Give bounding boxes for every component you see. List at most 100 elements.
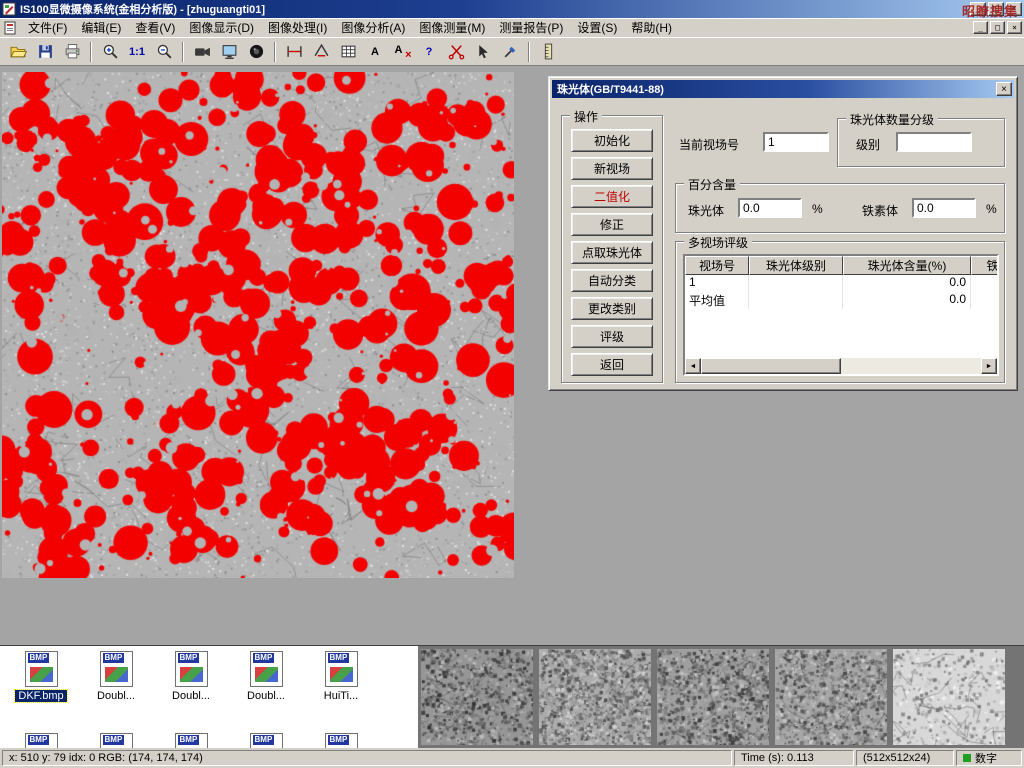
menu-edit[interactable]: 编辑(E) — [74, 17, 128, 38]
open-folder-icon — [10, 43, 27, 60]
grade-input[interactable] — [896, 132, 972, 152]
binarize-button[interactable]: 二值化 — [571, 185, 653, 208]
preview-button[interactable] — [216, 40, 242, 64]
menu-help[interactable]: 帮助(H) — [624, 17, 679, 38]
ruler-button[interactable] — [535, 40, 561, 64]
pick-pearlite-button[interactable]: 点取珠光体 — [571, 241, 653, 264]
file-item[interactable]: BMP Doubl... — [83, 651, 149, 702]
bmp-file-icon: BMP — [25, 651, 58, 687]
grid-icon — [340, 43, 357, 60]
cell-pearlite: 0.0 — [843, 292, 971, 309]
child-restore-button[interactable]: □ — [990, 21, 1005, 34]
scrollbar-track[interactable] — [701, 358, 981, 374]
minimize-button[interactable]: _ — [970, 2, 986, 16]
horizontal-scrollbar: ◄ ► — [685, 358, 997, 374]
help-button[interactable]: ? — [416, 40, 442, 64]
maximize-button[interactable]: □ — [988, 2, 1004, 16]
dialog-close-button[interactable]: × — [996, 82, 1012, 96]
file-item[interactable]: BMP Doubl... — [233, 651, 299, 702]
correct-button[interactable]: 修正 — [571, 213, 653, 236]
menu-image-measure[interactable]: 图像测量(M) — [412, 17, 492, 38]
new-field-button[interactable]: 新视场 — [571, 157, 653, 180]
menu-file[interactable]: 文件(F) — [21, 17, 74, 38]
table-row[interactable]: 1 0.0 — [685, 275, 997, 292]
print-button[interactable] — [59, 40, 85, 64]
table-row[interactable]: 平均值 0.0 — [685, 292, 997, 309]
zoom-out-button[interactable] — [151, 40, 177, 64]
header-pearlite-grade[interactable]: 珠光体级别 — [749, 256, 843, 275]
ferrite-unit: % — [986, 202, 997, 216]
bmp-file-icon: BMP — [100, 651, 133, 687]
annotate-text-button[interactable]: A — [362, 40, 388, 64]
file-item[interactable]: BMP DKF.bmp — [8, 651, 74, 702]
app-icon — [2, 2, 16, 16]
pearlite-value-input[interactable] — [738, 198, 802, 218]
status-time: Time (s): 0.113 — [734, 750, 854, 766]
zoom-in-icon — [102, 43, 119, 60]
menu-image-display[interactable]: 图像显示(D) — [182, 17, 261, 38]
pearlite-label: 珠光体 — [688, 202, 724, 219]
print-icon — [64, 43, 81, 60]
thumbnail-image[interactable] — [775, 649, 887, 745]
status-mode-label: 数字 — [975, 750, 997, 766]
current-field-input[interactable] — [763, 132, 829, 152]
child-minimize-button[interactable]: _ — [973, 21, 988, 34]
bmp-file-icon: BMP — [100, 733, 133, 748]
pointer-button[interactable] — [470, 40, 496, 64]
return-button[interactable]: 返回 — [571, 353, 653, 376]
picker-button[interactable] — [497, 40, 523, 64]
ferrite-value-input[interactable] — [912, 198, 976, 218]
measure-length-button[interactable] — [281, 40, 307, 64]
title-bar: IS100显微摄像系统(金相分析版) - [zhuguangti01] _ □ … — [0, 0, 1024, 18]
metallograph-image[interactable] — [2, 72, 514, 578]
scrollbar-thumb[interactable] — [701, 358, 841, 374]
menu-view[interactable]: 查看(V) — [128, 17, 182, 38]
video-capture-button[interactable] — [189, 40, 215, 64]
header-pearlite-content[interactable]: 珠光体含量(%) — [843, 256, 971, 275]
bmp-file-icon: BMP — [325, 733, 358, 748]
header-ferrite-content[interactable]: 铁素体含量(%) — [971, 256, 999, 275]
pointer-icon — [475, 43, 492, 60]
window-title: IS100显微摄像系统(金相分析版) - [zhuguangti01] — [20, 1, 968, 17]
file-item[interactable]: BMP Doubl... — [158, 651, 224, 702]
grade-button[interactable]: 评级 — [571, 325, 653, 348]
file-item[interactable]: BMP HuiTi... — [308, 651, 374, 702]
thumbnail-image[interactable] — [421, 649, 533, 745]
delete-measurement-button[interactable] — [443, 40, 469, 64]
actual-size-button[interactable]: 1:1 — [124, 40, 150, 64]
close-button[interactable]: × — [1006, 2, 1022, 16]
scroll-right-button[interactable]: ► — [981, 358, 997, 374]
measure-angle-button[interactable] — [308, 40, 334, 64]
document-icon — [3, 21, 17, 35]
file-name: DKF.bmp — [15, 690, 66, 702]
auto-classify-button[interactable]: 自动分类 — [571, 269, 653, 292]
file-item[interactable]: BMP — [158, 733, 224, 748]
child-close-button[interactable]: × — [1007, 21, 1022, 34]
camera-button[interactable] — [243, 40, 269, 64]
eyedropper-icon — [502, 43, 519, 60]
zoom-in-button[interactable] — [97, 40, 123, 64]
delete-annotation-button[interactable]: A × — [389, 40, 415, 64]
dialog-title-bar[interactable]: 珠光体(GB/T9441-88) × — [552, 80, 1014, 98]
thumbnail-image[interactable] — [893, 649, 1005, 745]
file-item[interactable]: BMP — [8, 733, 74, 748]
thumbnail-image[interactable] — [657, 649, 769, 745]
save-button[interactable] — [32, 40, 58, 64]
grade-group: 珠光体数量分级 级别 — [837, 118, 1005, 167]
grid-button[interactable] — [335, 40, 361, 64]
file-item[interactable]: BMP — [233, 733, 299, 748]
menu-settings[interactable]: 设置(S) — [570, 17, 624, 38]
menu-image-analysis[interactable]: 图像分析(A) — [334, 17, 412, 38]
menu-measure-report[interactable]: 测量报告(P) — [492, 17, 570, 38]
change-class-button[interactable]: 更改类别 — [571, 297, 653, 320]
open-button[interactable] — [5, 40, 31, 64]
header-field[interactable]: 视场号 — [685, 256, 749, 275]
init-button[interactable]: 初始化 — [571, 129, 653, 152]
status-mode: 数字 — [956, 750, 1022, 766]
file-item[interactable]: BMP — [83, 733, 149, 748]
menu-image-processing[interactable]: 图像处理(I) — [261, 17, 334, 38]
cell-field: 1 — [685, 275, 749, 292]
file-item[interactable]: BMP — [308, 733, 374, 748]
thumbnail-image[interactable] — [539, 649, 651, 745]
scroll-left-button[interactable]: ◄ — [685, 358, 701, 374]
